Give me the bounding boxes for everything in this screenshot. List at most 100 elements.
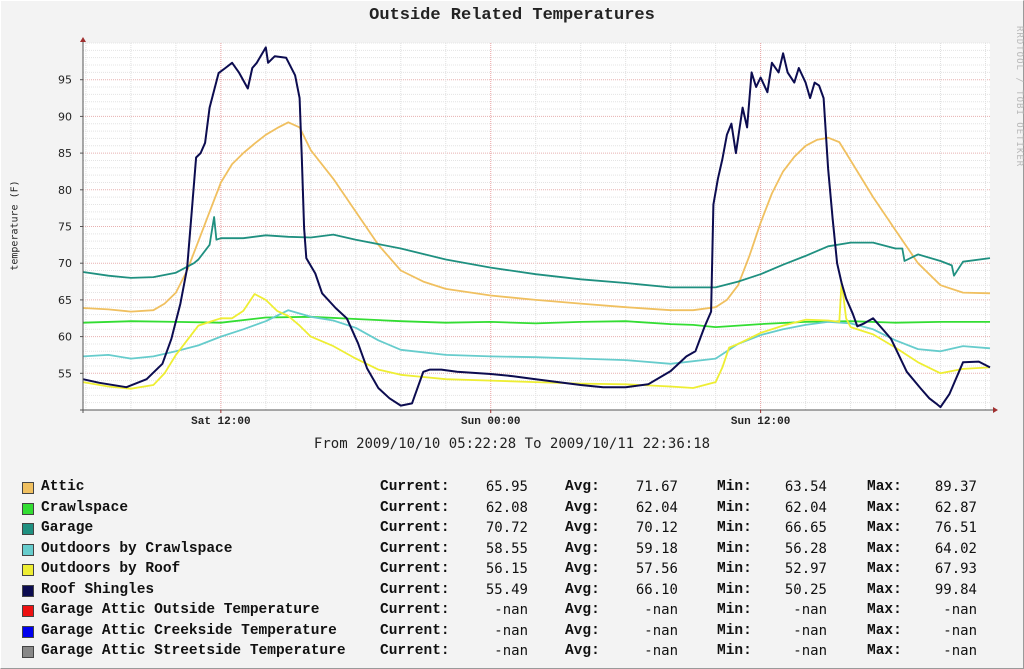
max-value: 62.87 xyxy=(934,499,977,516)
legend-swatch-icon xyxy=(22,502,34,515)
current-value: 62.08 xyxy=(485,499,528,516)
legend-series-name: Garage xyxy=(41,520,94,536)
y-tick-label: 95 xyxy=(58,74,72,87)
current-label: Current: xyxy=(380,643,450,659)
max-label: Max: xyxy=(867,643,902,659)
legend-swatch-icon xyxy=(22,605,34,617)
min-label: Min: xyxy=(717,540,752,557)
max-value: -nan xyxy=(943,622,977,639)
avg-value: 62.04 xyxy=(635,499,678,516)
avg-value: 71.67 xyxy=(635,479,678,495)
current-label: Current: xyxy=(380,479,450,495)
max-value: 67.93 xyxy=(934,561,977,577)
y-axis-arrow-icon xyxy=(80,37,86,42)
max-label: Max: xyxy=(867,479,902,495)
x-tick-label: Sun 12:00 xyxy=(731,416,790,428)
x-tick-label: Sat 12:00 xyxy=(191,416,250,428)
legend-series-name: Attic xyxy=(41,479,85,495)
time-range-caption: From 2009/10/10 05:22:28 To 2009/10/11 2… xyxy=(313,436,711,452)
avg-label: Avg: xyxy=(565,540,600,557)
min-value: 62.04 xyxy=(784,499,827,516)
current-value: 58.55 xyxy=(485,540,528,557)
current-value: 55.49 xyxy=(485,581,528,598)
current-label: Current: xyxy=(380,520,450,536)
avg-value: -nan xyxy=(644,622,678,639)
avg-label: Avg: xyxy=(565,622,600,639)
max-value: -nan xyxy=(943,602,977,618)
current-value: -nan xyxy=(494,643,528,659)
legend-series-name: Garage Attic Streetside Temperature xyxy=(41,643,346,659)
min-label: Min: xyxy=(717,602,752,618)
y-tick-label: 90 xyxy=(58,110,72,123)
legend-series-name: Outdoors by Crawlspace xyxy=(41,540,233,557)
min-value: 63.54 xyxy=(784,479,827,495)
y-tick-label: 65 xyxy=(58,294,72,307)
max-value: 76.51 xyxy=(934,520,977,536)
min-value: -nan xyxy=(793,602,827,618)
min-label: Min: xyxy=(717,622,752,639)
avg-label: Avg: xyxy=(565,479,600,495)
min-value: -nan xyxy=(793,622,827,639)
max-value: 99.84 xyxy=(934,581,977,598)
y-tick-label: 85 xyxy=(58,147,72,160)
avg-value: 57.56 xyxy=(635,561,678,577)
min-value: 52.97 xyxy=(784,561,827,577)
min-label: Min: xyxy=(717,581,752,598)
max-label: Max: xyxy=(867,520,902,536)
max-label: Max: xyxy=(867,499,902,516)
legend-swatch-icon xyxy=(22,625,34,638)
y-tick-label: 70 xyxy=(58,257,72,270)
avg-value: 59.18 xyxy=(635,540,678,557)
min-label: Min: xyxy=(717,643,752,659)
y-tick-label: 80 xyxy=(58,184,72,197)
min-value: 50.25 xyxy=(784,581,827,598)
min-value: 56.28 xyxy=(784,540,827,557)
max-value: -nan xyxy=(943,643,977,659)
y-tick-label: 75 xyxy=(58,221,72,234)
avg-label: Avg: xyxy=(565,561,600,577)
legend-swatch-icon xyxy=(22,523,34,535)
min-value: 66.65 xyxy=(784,520,827,536)
current-label: Current: xyxy=(380,622,450,639)
avg-value: -nan xyxy=(644,643,678,659)
max-label: Max: xyxy=(867,602,902,618)
current-value: 70.72 xyxy=(485,520,528,536)
legend-series-name: Crawlspace xyxy=(41,499,129,516)
max-label: Max: xyxy=(867,581,902,598)
current-value: -nan xyxy=(494,622,528,639)
min-label: Min: xyxy=(717,499,752,516)
legend-swatch-icon xyxy=(22,564,34,576)
current-value: 65.95 xyxy=(485,479,528,495)
avg-label: Avg: xyxy=(565,643,600,659)
x-tick-label: Sun 00:00 xyxy=(461,416,520,428)
y-tick-label: 60 xyxy=(58,331,72,344)
max-label: Max: xyxy=(867,540,902,557)
legend-swatch-icon xyxy=(22,646,34,658)
max-label: Max: xyxy=(867,622,902,639)
legend-series-name: Outdoors by Roof xyxy=(41,561,181,577)
current-label: Current: xyxy=(380,499,450,516)
legend-series-name: Garage Attic Creekside Temperature xyxy=(41,622,337,639)
avg-value: 66.10 xyxy=(635,581,678,598)
current-label: Current: xyxy=(380,561,450,577)
x-axis-arrow-icon xyxy=(993,407,998,413)
avg-label: Avg: xyxy=(565,499,600,516)
avg-value: -nan xyxy=(644,602,678,618)
current-value: 56.15 xyxy=(485,561,528,577)
avg-label: Avg: xyxy=(565,581,600,598)
current-label: Current: xyxy=(380,602,450,618)
grid xyxy=(83,42,990,411)
legend-swatch-icon xyxy=(22,482,34,494)
current-label: Current: xyxy=(380,581,450,598)
y-tick-label: 55 xyxy=(58,367,72,380)
legend-swatch-icon xyxy=(22,543,34,556)
current-value: -nan xyxy=(494,602,528,618)
max-value: 89.37 xyxy=(934,479,977,495)
max-value: 64.02 xyxy=(934,540,977,557)
avg-value: 70.12 xyxy=(635,520,678,536)
avg-label: Avg: xyxy=(565,602,600,618)
min-label: Min: xyxy=(717,561,752,577)
max-label: Max: xyxy=(867,561,902,577)
min-label: Min: xyxy=(717,479,752,495)
min-value: -nan xyxy=(793,643,827,659)
